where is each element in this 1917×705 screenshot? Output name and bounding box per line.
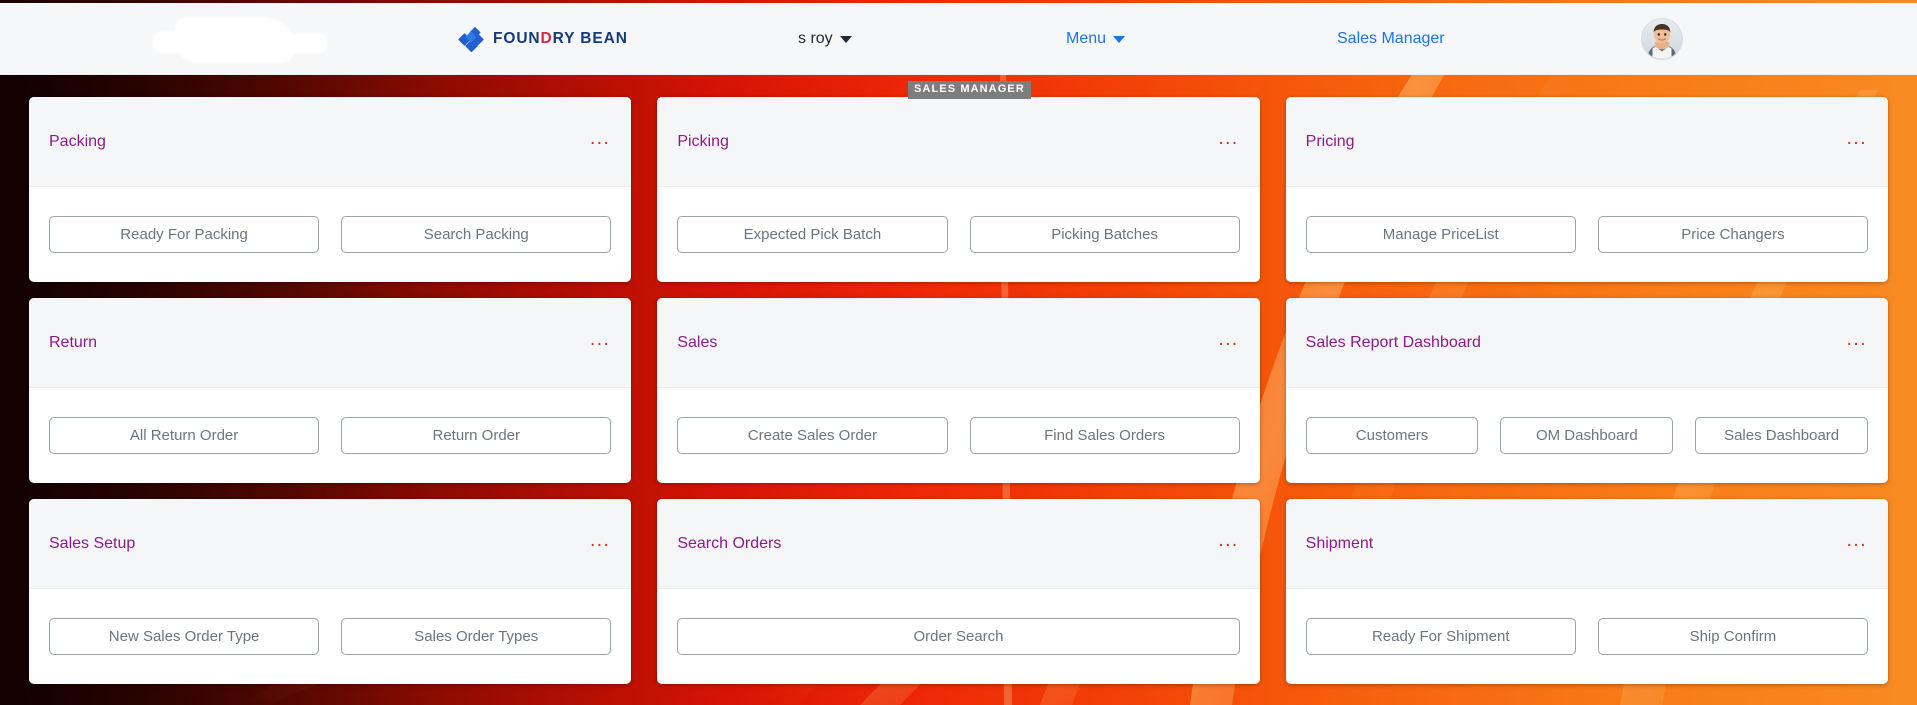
redacted-logo-blob: [153, 17, 327, 63]
dashboard-card-grid: Packing... Ready For Packing Search Packin…: [0, 97, 1917, 684]
dashboard-card: Return... All Return Order Return Order: [29, 298, 632, 483]
card-action-button[interactable]: Picking Batches: [969, 216, 1240, 253]
card-title: Packing: [49, 132, 106, 150]
card-title: Shipment: [1305, 534, 1374, 552]
card-overflow-menu-icon[interactable]: ...: [580, 129, 612, 154]
avatar-photo: [1642, 18, 1682, 59]
card-body: Ready For Packing Search Packing: [29, 187, 631, 282]
card-action-button[interactable]: Expected Pick Batch: [677, 216, 948, 253]
card-title: Search Orders: [677, 534, 782, 552]
chevron-down-icon: [1113, 36, 1126, 43]
card-title: Sales Setup: [49, 534, 136, 552]
card-title: Return: [49, 333, 98, 351]
main-menu-dropdown[interactable]: Menu: [1066, 29, 1126, 48]
card-action-button[interactable]: OM Dashboard: [1500, 417, 1674, 454]
card-action-button[interactable]: Sales Dashboard: [1695, 417, 1868, 454]
diamond-cluster-logo-icon: [458, 26, 484, 52]
card-action-button[interactable]: Ready For Packing: [49, 216, 320, 253]
card-overflow-menu-icon[interactable]: ...: [1837, 531, 1869, 556]
card-action-button[interactable]: Create Sales Order: [677, 417, 948, 454]
card-action-button[interactable]: Ship Confirm: [1597, 618, 1868, 655]
role-label: Sales Manager: [1337, 29, 1445, 47]
dashboard-card: Sales Setup... New Sales Order Type Sales …: [29, 499, 632, 684]
card-header: Packing...: [29, 97, 632, 187]
card-body: Ready For Shipment Ship Confirm: [1286, 589, 1888, 684]
card-title: Picking: [677, 132, 729, 150]
avatar[interactable]: [1641, 17, 1683, 60]
card-action-button[interactable]: Customers: [1305, 417, 1479, 454]
card-overflow-menu-icon[interactable]: ...: [580, 531, 612, 556]
dashboard-card: Search Orders... Order Search: [657, 499, 1260, 684]
card-header: Sales Setup...: [29, 499, 632, 589]
card-action-button[interactable]: All Return Order: [49, 417, 320, 454]
card-header: Sales...: [657, 298, 1260, 388]
app-header: FOUNDRY BEAN s roy Menu Sales Manager: [0, 3, 1917, 75]
dashboard-card: Shipment... Ready For Shipment Ship Confir…: [1285, 499, 1888, 684]
card-header: Return...: [29, 298, 632, 388]
card-action-button[interactable]: Manage PriceList: [1305, 216, 1576, 253]
card-body: Create Sales Order Find Sales Orders: [657, 388, 1259, 483]
card-action-button[interactable]: Price Changers: [1597, 216, 1868, 253]
card-body: New Sales Order Type Sales Order Types: [29, 589, 631, 684]
section-badge: SALES MANAGER: [908, 81, 1031, 99]
card-overflow-menu-icon[interactable]: ...: [1837, 129, 1869, 154]
dashboard-card: Packing... Ready For Packing Search Packin…: [29, 97, 632, 282]
dashboard-card: Sales... Create Sales Order Find Sales Ord…: [657, 298, 1260, 483]
card-overflow-menu-icon[interactable]: ...: [1837, 330, 1869, 355]
card-action-button[interactable]: Search Packing: [341, 216, 612, 253]
card-overflow-menu-icon[interactable]: ...: [1208, 129, 1240, 154]
card-body: Expected Pick Batch Picking Batches: [657, 187, 1259, 282]
card-overflow-menu-icon[interactable]: ...: [1208, 330, 1240, 355]
card-title: Sales: [677, 333, 718, 351]
card-header: Sales Report Dashboard...: [1285, 298, 1888, 388]
card-title: Sales Report Dashboard: [1305, 333, 1481, 351]
card-title: Pricing: [1305, 132, 1355, 150]
card-body: All Return Order Return Order: [29, 388, 631, 483]
card-action-button[interactable]: Return Order: [341, 417, 612, 454]
card-header: Pricing...: [1285, 97, 1888, 187]
card-header: Picking...: [657, 97, 1260, 187]
card-body: Customers OM Dashboard Sales Dashboard: [1286, 388, 1888, 483]
card-body: Order Search: [657, 589, 1259, 684]
card-action-button[interactable]: Order Search: [677, 618, 1240, 655]
card-action-button[interactable]: Find Sales Orders: [969, 417, 1240, 454]
card-body: Manage PriceList Price Changers: [1286, 187, 1888, 282]
user-name-dropdown[interactable]: s roy: [798, 30, 852, 48]
card-header: Shipment...: [1285, 499, 1888, 589]
card-header: Search Orders...: [657, 499, 1260, 589]
brand-logo-text-part1: FOUN: [493, 29, 541, 47]
brand-logo-text-part2: RY BEAN: [552, 29, 628, 47]
dashboard-card: Picking... Expected Pick Batch Picking Bat…: [657, 97, 1260, 282]
card-action-button[interactable]: Sales Order Types: [341, 618, 612, 655]
chevron-down-icon: [839, 36, 852, 43]
card-action-button[interactable]: Ready For Shipment: [1305, 618, 1576, 655]
card-overflow-menu-icon[interactable]: ...: [1208, 531, 1240, 556]
main-menu-label: Menu: [1066, 29, 1107, 47]
card-action-button[interactable]: New Sales Order Type: [49, 618, 320, 655]
brand-logo-text-accent: D: [540, 29, 553, 47]
dashboard-card: Sales Report Dashboard... Customers OM Das…: [1285, 298, 1888, 483]
brand-logo[interactable]: FOUNDRY BEAN: [458, 26, 628, 52]
brand-logo-text: FOUNDRY BEAN: [493, 31, 628, 47]
role-link[interactable]: Sales Manager: [1337, 30, 1445, 48]
card-overflow-menu-icon[interactable]: ...: [580, 330, 612, 355]
user-name-label: s roy: [798, 29, 833, 47]
dashboard-card: Pricing... Manage PriceList Price Changers: [1285, 97, 1888, 282]
